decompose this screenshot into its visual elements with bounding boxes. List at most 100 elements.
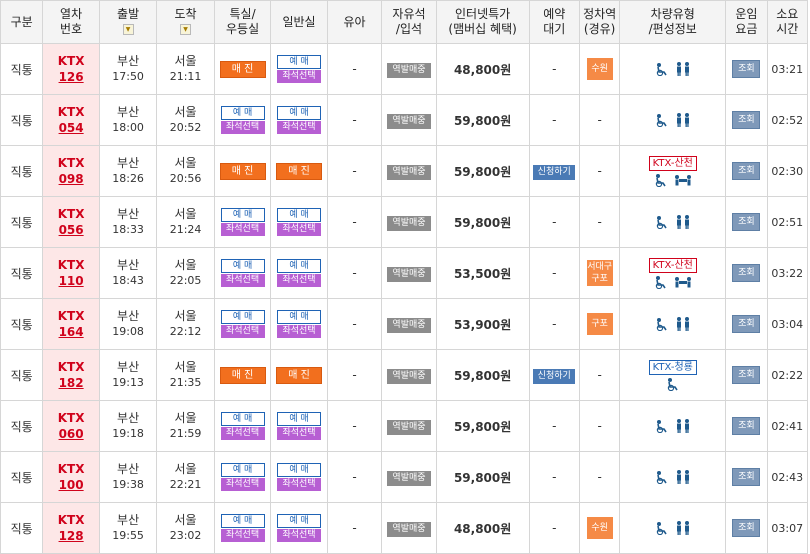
price-cell: 48,800원 <box>435 43 530 95</box>
car-type-label[interactable]: KTX-청룡 <box>648 359 697 375</box>
infant-dash: - <box>352 368 357 382</box>
special-seat-cell: 예 매 좌석선택 <box>213 298 272 350</box>
seat-select-button[interactable]: 좌석선택 <box>277 70 322 83</box>
book-button[interactable]: 예 매 <box>220 208 265 222</box>
train-number-cell[interactable]: KTX 164 <box>42 298 100 350</box>
fare-lookup-button[interactable]: 조회 <box>732 315 761 333</box>
train-number-cell[interactable]: KTX 128 <box>42 502 100 554</box>
book-button[interactable]: 예 매 <box>277 208 322 222</box>
book-button[interactable]: 예 매 <box>220 310 265 324</box>
book-button[interactable]: 예 매 <box>277 310 322 324</box>
book-button[interactable]: 예 매 <box>277 106 322 120</box>
book-button[interactable]: 예 매 <box>220 514 265 528</box>
stop-station-button[interactable]: 수원 <box>586 517 613 539</box>
train-number-cell[interactable]: KTX 098 <box>42 145 100 197</box>
fare-lookup-button[interactable]: 조회 <box>732 366 761 384</box>
book-button[interactable]: 예 매 <box>277 463 322 477</box>
family-seat-icon <box>674 61 692 77</box>
seat-select-button[interactable]: 좌석선택 <box>277 274 322 287</box>
train-schedule-table: 구분 열차 번호 출발 ▼ 도착 ▼ 특실/ 우등실 일반실 유아 자유석 /입석 … <box>0 0 809 554</box>
infant-dash: - <box>352 113 357 127</box>
fare-lookup-button[interactable]: 조회 <box>732 519 761 537</box>
seat-select-button[interactable]: 좌석선택 <box>220 478 265 491</box>
wait-apply-button[interactable]: 신청하기 <box>533 368 576 384</box>
train-number-link[interactable]: 056 <box>43 222 98 238</box>
train-number-cell[interactable]: KTX 054 <box>42 94 100 146</box>
train-number-link[interactable]: 060 <box>43 426 98 442</box>
header-internet-price: 인터넷특가 (맴버십 혜택) <box>435 0 530 44</box>
stop-station-button[interactable]: 서대구 구포 <box>586 260 613 286</box>
train-number-cell[interactable]: KTX 056 <box>42 196 100 248</box>
train-number-link[interactable]: 164 <box>43 324 98 340</box>
special-seat-cell: 매 진 <box>213 349 272 401</box>
price-cell: 59,800원 <box>435 349 530 401</box>
seat-select-button[interactable]: 좌석선택 <box>220 274 265 287</box>
train-number-link[interactable]: 182 <box>43 375 98 391</box>
train-number-link[interactable]: 128 <box>43 528 98 544</box>
car-type-cell <box>619 43 727 95</box>
fare-lookup-button[interactable]: 조회 <box>732 264 761 282</box>
seat-select-button[interactable]: 좌석선택 <box>277 478 322 491</box>
sort-icon[interactable]: ▼ <box>180 24 192 35</box>
wait-apply-button[interactable]: 신청하기 <box>533 164 576 180</box>
book-button[interactable]: 예 매 <box>220 259 265 273</box>
depart-cell: 부산 19:08 <box>98 298 158 350</box>
seat-select-button[interactable]: 좌석선택 <box>277 121 322 134</box>
arrive-time: 20:56 <box>169 172 202 185</box>
header-fare: 운임 요금 <box>725 0 768 44</box>
book-button[interactable]: 예 매 <box>277 55 322 69</box>
fare-lookup-button[interactable]: 조회 <box>732 213 761 231</box>
train-number-link[interactable]: 098 <box>43 171 98 187</box>
train-number-cell[interactable]: KTX 110 <box>42 247 100 299</box>
train-number-cell[interactable]: KTX 182 <box>42 349 100 401</box>
seat-select-button[interactable]: 좌석선택 <box>220 529 265 542</box>
fare-lookup-button[interactable]: 조회 <box>732 468 761 486</box>
depart-station: 부산 <box>117 54 140 68</box>
seat-select-button[interactable]: 좌석선택 <box>220 223 265 236</box>
car-type-label[interactable]: KTX-산천 <box>648 155 697 171</box>
seat-select-button[interactable]: 좌석선택 <box>277 529 322 542</box>
train-number-cell[interactable]: KTX 100 <box>42 451 100 503</box>
book-button[interactable]: 예 매 <box>220 412 265 426</box>
fare-cell: 조회 <box>725 451 768 503</box>
infant-dash: - <box>352 164 357 178</box>
seat-select-button[interactable]: 좌석선택 <box>220 427 265 440</box>
car-type-cell <box>619 502 727 554</box>
train-number-link[interactable]: 054 <box>43 120 98 136</box>
depart-time: 18:26 <box>112 172 144 185</box>
infant-cell: - <box>326 298 383 350</box>
seat-select-button[interactable]: 좌석선택 <box>277 223 322 236</box>
internet-price: 53,500원 <box>453 266 512 281</box>
fare-lookup-button[interactable]: 조회 <box>732 111 761 129</box>
fare-lookup-button[interactable]: 조회 <box>732 60 761 78</box>
sort-icon[interactable]: ▼ <box>122 24 134 35</box>
header-infant: 유아 <box>326 0 383 44</box>
book-button[interactable]: 예 매 <box>277 412 322 426</box>
book-button[interactable]: 예 매 <box>277 514 322 528</box>
train-number-link[interactable]: 126 <box>43 69 98 85</box>
header-arrive: 도착 ▼ <box>156 0 215 44</box>
seat-select-button[interactable]: 좌석선택 <box>277 427 322 440</box>
table-row: 직통 KTX 182 부산 19:13 서울 21:35 매 진매 진 - 역발매중 59,800원… <box>0 349 809 401</box>
wait-empty: - <box>552 419 557 433</box>
fare-lookup-button[interactable]: 조회 <box>732 162 761 180</box>
book-button[interactable]: 예 매 <box>277 259 322 273</box>
price-cell: 59,800원 <box>435 145 530 197</box>
price-cell: 53,500원 <box>435 247 530 299</box>
train-number-cell[interactable]: KTX 126 <box>42 43 100 95</box>
train-number-link[interactable]: 110 <box>43 273 98 289</box>
car-type-label[interactable]: KTX-산천 <box>648 257 697 273</box>
seat-select-button[interactable]: 좌석선택 <box>220 121 265 134</box>
train-number-cell[interactable]: KTX 060 <box>42 400 100 452</box>
internet-price: 59,800원 <box>453 215 512 230</box>
car-type-cell <box>619 298 727 350</box>
stop-station-button[interactable]: 구포 <box>586 313 613 335</box>
train-number-link[interactable]: 100 <box>43 477 98 493</box>
book-button[interactable]: 예 매 <box>220 106 265 120</box>
book-button[interactable]: 예 매 <box>220 463 265 477</box>
seat-select-button[interactable]: 좌석선택 <box>277 325 322 338</box>
fare-lookup-button[interactable]: 조회 <box>732 417 761 435</box>
seat-select-button[interactable]: 좌석선택 <box>220 325 265 338</box>
free-seat-cell: 역발매중 <box>381 298 437 350</box>
stop-station-button[interactable]: 수원 <box>586 58 613 80</box>
